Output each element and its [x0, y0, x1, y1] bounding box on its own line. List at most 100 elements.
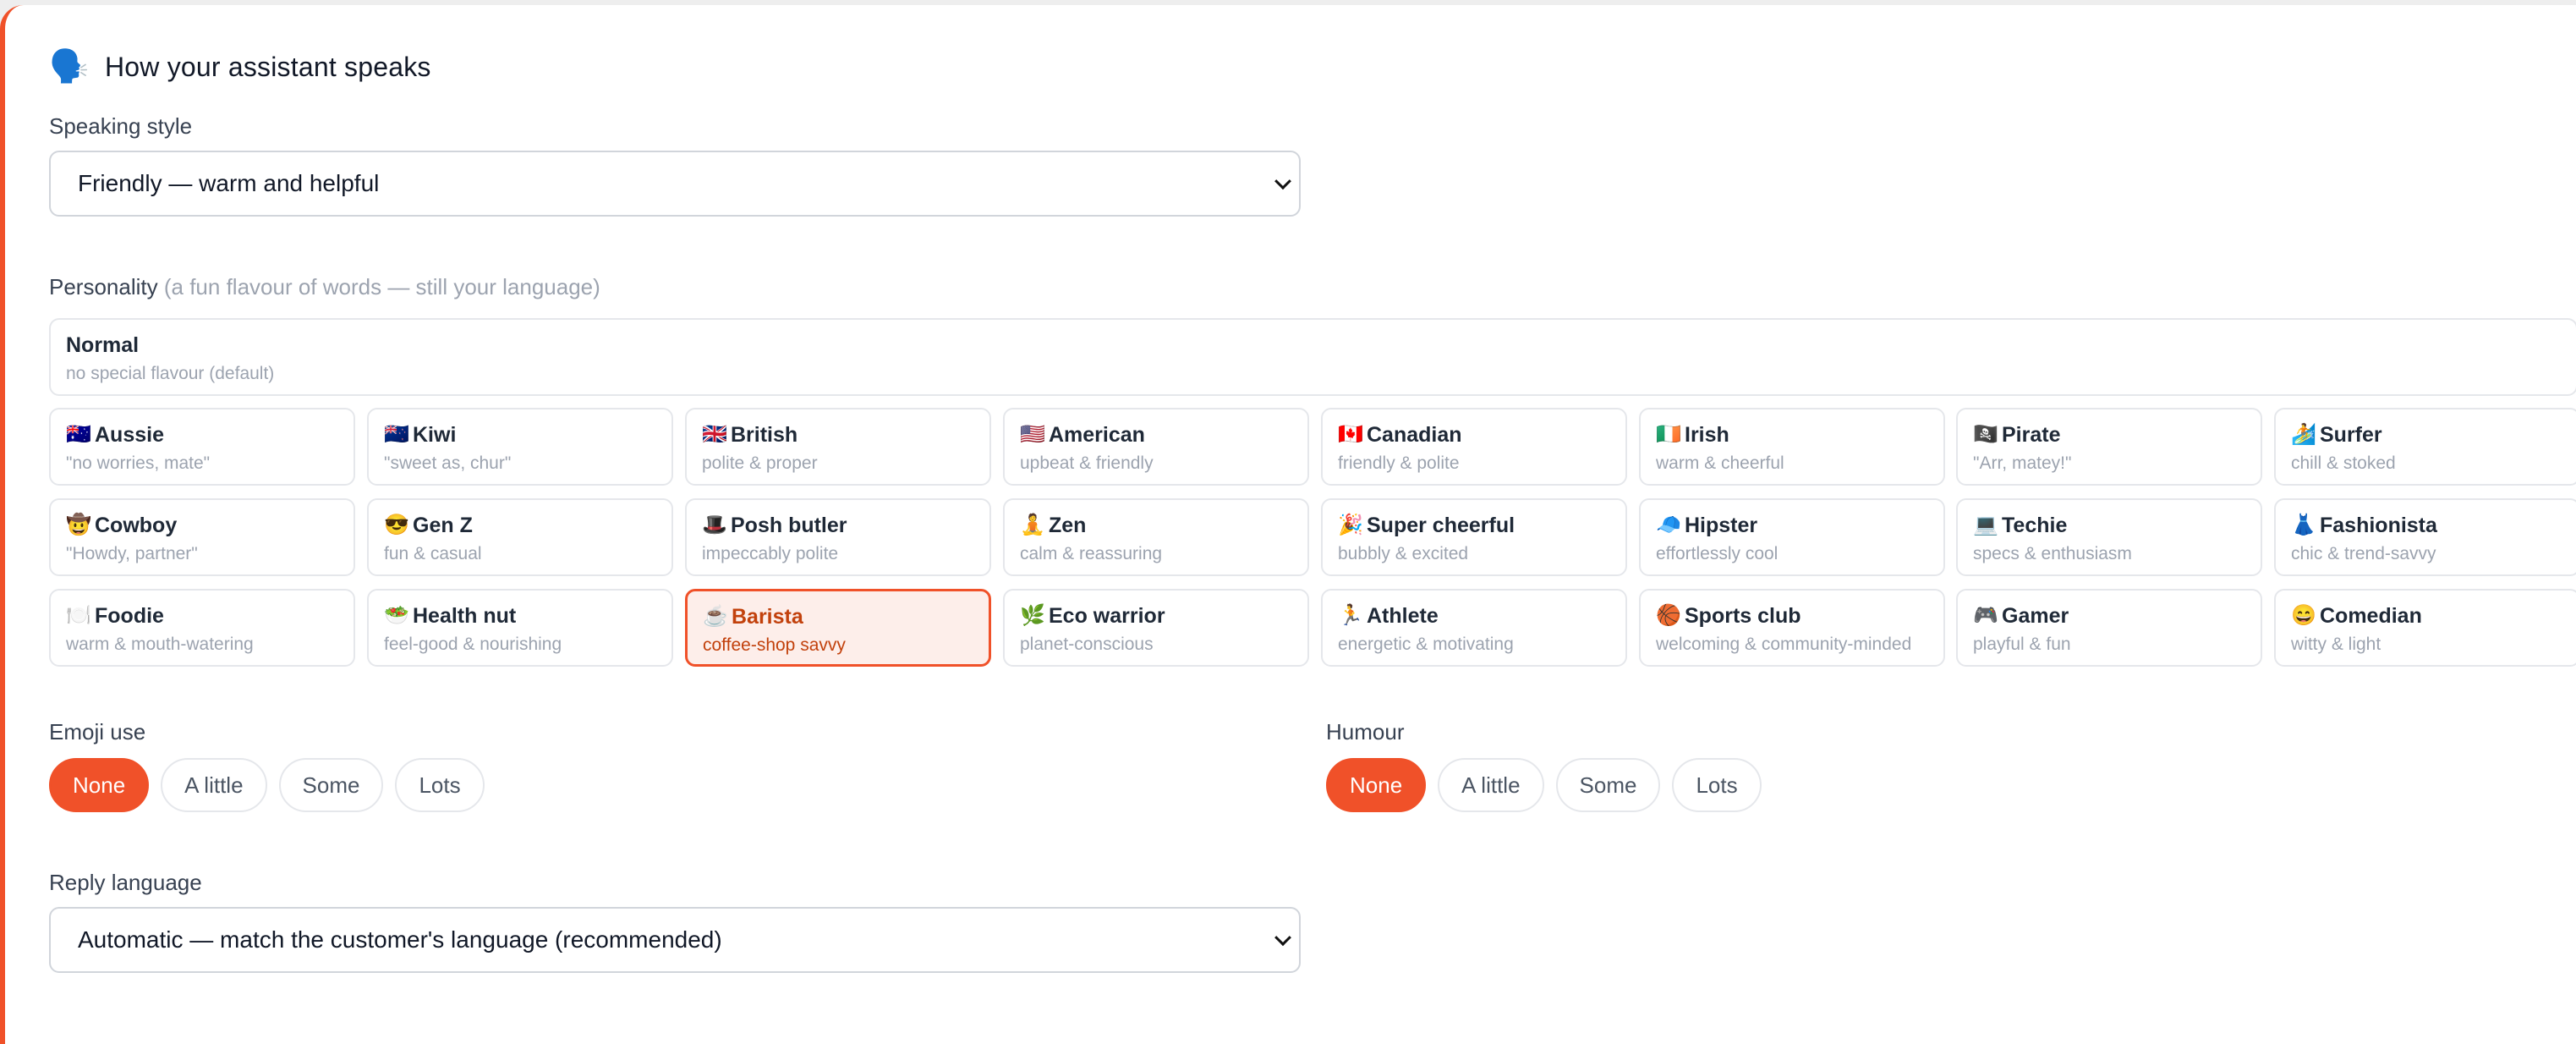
personality-option-desc: warm & mouth-watering	[66, 635, 254, 654]
personality-option-name: Aussie	[95, 422, 164, 447]
personality-icon: 🎮	[1973, 604, 1998, 627]
personality-icon: 😄	[2291, 604, 2316, 627]
emoji-use-option-a-little[interactable]: A little	[161, 758, 267, 812]
personality-option-name: Canadian	[1367, 422, 1462, 447]
personality-option-zen[interactable]: 🧘 Zen calm & reassuring	[1003, 498, 1309, 576]
personality-option-desc: chic & trend-savvy	[2291, 544, 2436, 563]
chevron-down-icon	[1274, 929, 1291, 947]
personality-option-desc: specs & enthusiasm	[1973, 544, 2132, 563]
personality-option-desc: "sweet as, chur"	[384, 453, 512, 473]
personality-option-health-nut[interactable]: 🥗 Health nut feel-good & nourishing	[367, 589, 673, 667]
personality-option-name: Foodie	[95, 603, 164, 628]
personality-option-desc: chill & stoked	[2291, 453, 2396, 473]
personality-option-comedian[interactable]: 😄 Comedian witty & light	[2274, 589, 2576, 667]
personality-option-british[interactable]: 🇬🇧 British polite & proper	[685, 408, 991, 486]
emoji-use-label: Emoji use	[49, 719, 146, 745]
personality-option-desc: planet-conscious	[1020, 635, 1154, 654]
personality-hint: (a fun flavour of words — still your lan…	[163, 274, 600, 299]
personality-option-american[interactable]: 🇺🇸 American upbeat & friendly	[1003, 408, 1309, 486]
speaking-head-icon: 🗣️	[49, 49, 90, 85]
humour-option-a-little[interactable]: A little	[1438, 758, 1544, 812]
personality-icon: 🇳🇿	[384, 423, 409, 446]
emoji-use-option-some[interactable]: Some	[278, 758, 384, 812]
emoji-use-option-lots[interactable]: Lots	[395, 758, 485, 812]
personality-icon: 🧢	[1656, 514, 1681, 536]
personality-option-desc: "no worries, mate"	[66, 453, 211, 473]
humour-option-lots[interactable]: Lots	[1672, 758, 1762, 812]
humour-options: None A little Some Lots	[1326, 758, 1762, 812]
personality-option-normal[interactable]: Normal no special flavour (default)	[49, 318, 2576, 396]
personality-option-name: Eco warrior	[1049, 603, 1165, 628]
personality-option-desc: upbeat & friendly	[1020, 453, 1154, 473]
personality-icon: 🤠	[66, 514, 91, 536]
personality-option-techie[interactable]: 💻 Techie specs & enthusiasm	[1956, 498, 2262, 576]
personality-option-barista[interactable]: ☕ Barista coffee-shop savvy	[685, 589, 991, 667]
personality-option-eco-warrior[interactable]: 🌿 Eco warrior planet-conscious	[1003, 589, 1309, 667]
emoji-use-option-none[interactable]: None	[49, 758, 150, 812]
reply-language-label: Reply language	[49, 870, 202, 895]
personality-option-super-cheerful[interactable]: 🎉 Super cheerful bubbly & excited	[1321, 498, 1627, 576]
personality-option-name: Athlete	[1367, 603, 1439, 628]
personality-option-desc: playful & fun	[1973, 635, 2071, 654]
personality-option-name: Surfer	[2320, 422, 2382, 447]
personality-label-text: Personality	[49, 274, 158, 299]
personality-option-desc: energetic & motivating	[1338, 635, 1514, 654]
personality-option-desc: effortlessly cool	[1656, 544, 1779, 563]
personality-option-desc: calm & reassuring	[1020, 544, 1163, 563]
personality-icon: 🎉	[1338, 514, 1363, 536]
personality-option-desc: feel-good & nourishing	[384, 635, 562, 654]
personality-icon: 😎	[384, 514, 409, 536]
personality-option-name: Irish	[1685, 422, 1729, 447]
emoji-use-options: None A little Some Lots	[49, 758, 485, 812]
personality-icon: 🇬🇧	[702, 423, 727, 446]
personality-icon: 🏃	[1338, 604, 1363, 627]
settings-panel: 🗣️ How your assistant speaks Speaking st…	[0, 5, 2576, 1044]
personality-option-surfer[interactable]: 🏄 Surfer chill & stoked	[2274, 408, 2576, 486]
section-header: 🗣️ How your assistant speaks	[49, 51, 431, 83]
personality-option-foodie[interactable]: 🍽️ Foodie warm & mouth-watering	[49, 589, 355, 667]
personality-option-desc: warm & cheerful	[1656, 453, 1784, 473]
personality-icon: 💻	[1973, 514, 1998, 536]
personality-option-name: Hipster	[1685, 513, 1758, 537]
personality-option-desc: witty & light	[2291, 635, 2381, 654]
personality-option-aussie[interactable]: 🇦🇺 Aussie "no worries, mate"	[49, 408, 355, 486]
reply-language-value: Automatic — match the customer's languag…	[78, 926, 722, 953]
personality-option-name: Zen	[1049, 513, 1087, 537]
humour-option-some[interactable]: Some	[1555, 758, 1661, 812]
speaking-style-label: Speaking style	[49, 113, 193, 139]
personality-label: Personality (a fun flavour of words — st…	[49, 274, 600, 300]
personality-option-name: Cowboy	[95, 513, 178, 537]
personality-option-name: Techie	[2002, 513, 2068, 537]
speaking-style-value: Friendly — warm and helpful	[78, 170, 380, 196]
personality-icon: 🇮🇪	[1656, 423, 1681, 446]
personality-option-posh-butler[interactable]: 🎩 Posh butler impeccably polite	[685, 498, 991, 576]
personality-icon: 🇺🇸	[1020, 423, 1045, 446]
personality-icon: 👗	[2291, 514, 2316, 536]
reply-language-select[interactable]: Automatic — match the customer's languag…	[49, 907, 1301, 973]
personality-option-athlete[interactable]: 🏃 Athlete energetic & motivating	[1321, 589, 1627, 667]
personality-option-desc: no special flavour (default)	[66, 364, 275, 383]
personality-option-cowboy[interactable]: 🤠 Cowboy "Howdy, partner"	[49, 498, 355, 576]
personality-icon: 🌿	[1020, 604, 1045, 627]
personality-option-name: Kiwi	[413, 422, 457, 447]
personality-option-name: American	[1049, 422, 1145, 447]
personality-option-name: Barista	[732, 604, 803, 629]
personality-option-name: Normal	[66, 332, 140, 357]
personality-option-irish[interactable]: 🇮🇪 Irish warm & cheerful	[1639, 408, 1945, 486]
personality-option-hipster[interactable]: 🧢 Hipster effortlessly cool	[1639, 498, 1945, 576]
humour-label: Humour	[1326, 719, 1405, 745]
personality-option-sports-club[interactable]: 🏀 Sports club welcoming & community-minded	[1639, 589, 1945, 667]
personality-option-desc: bubbly & excited	[1338, 544, 1469, 563]
personality-option-name: Sports club	[1685, 603, 1801, 628]
personality-option-name: Health nut	[413, 603, 517, 628]
personality-option-kiwi[interactable]: 🇳🇿 Kiwi "sweet as, chur"	[367, 408, 673, 486]
personality-icon: ☕	[703, 605, 728, 628]
personality-option-canadian[interactable]: 🇨🇦 Canadian friendly & polite	[1321, 408, 1627, 486]
personality-option-fashionista[interactable]: 👗 Fashionista chic & trend-savvy	[2274, 498, 2576, 576]
personality-option-pirate[interactable]: 🏴‍☠️ Pirate "Arr, matey!"	[1956, 408, 2262, 486]
humour-option-none[interactable]: None	[1326, 758, 1427, 812]
personality-icon: 🍽️	[66, 604, 91, 627]
personality-option-gen-z[interactable]: 😎 Gen Z fun & casual	[367, 498, 673, 576]
personality-option-gamer[interactable]: 🎮 Gamer playful & fun	[1956, 589, 2262, 667]
speaking-style-select[interactable]: Friendly — warm and helpful	[49, 151, 1301, 217]
